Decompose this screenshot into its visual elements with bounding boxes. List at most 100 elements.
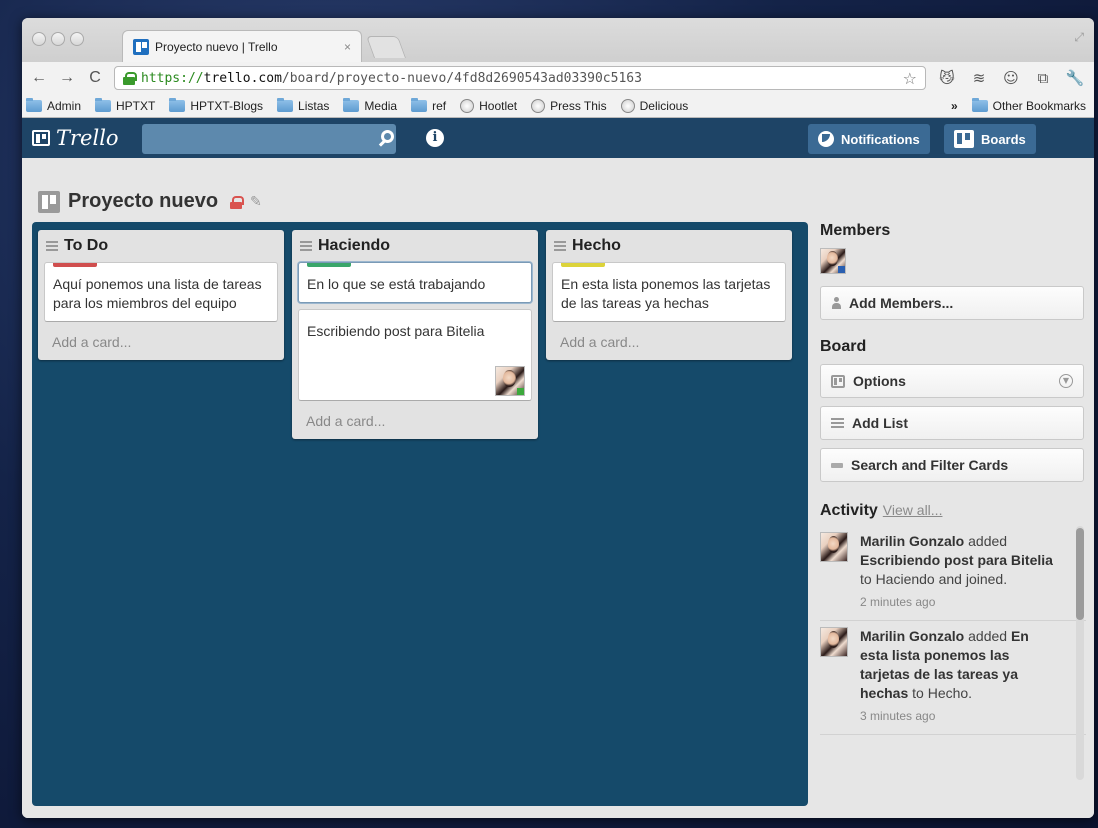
activity-rest: to Hecho. bbox=[908, 685, 973, 701]
url-host: trello.com bbox=[203, 70, 282, 86]
reload-button[interactable]: C bbox=[86, 69, 104, 87]
list-header[interactable]: To Do bbox=[44, 236, 278, 256]
card[interactable]: Escribiendo post para Bitelia bbox=[298, 309, 532, 401]
list-menu-icon[interactable] bbox=[554, 241, 566, 251]
activity-time: 3 minutes ago bbox=[860, 709, 936, 723]
add-members-button[interactable]: Add Members... bbox=[820, 286, 1084, 320]
globe-icon bbox=[460, 98, 475, 113]
globe-icon bbox=[620, 98, 635, 113]
extension-smiley-icon[interactable]: ☺ bbox=[1000, 69, 1022, 87]
options-label: Options bbox=[853, 373, 906, 389]
ssl-lock-icon bbox=[123, 72, 137, 85]
activity-feed: Marilin Gonzalo added Escribiendo post p… bbox=[820, 526, 1086, 780]
bookmark-other[interactable]: Other Bookmarks bbox=[971, 97, 1086, 113]
member-avatar[interactable] bbox=[820, 248, 846, 274]
card-member-avatar[interactable] bbox=[495, 366, 525, 396]
activity-avatar[interactable] bbox=[820, 532, 848, 562]
activity-body: Marilin Gonzalo added Escribiendo post p… bbox=[860, 532, 1058, 612]
search-button[interactable] bbox=[374, 126, 400, 152]
bookmark-label: Press This bbox=[550, 98, 607, 113]
bookmark-listas[interactable]: Listas bbox=[277, 97, 329, 113]
list-to-do: To Do Aquí ponemos una lista de tareas p… bbox=[38, 230, 284, 360]
card[interactable]: En esta lista ponemos las tarjetas de la… bbox=[552, 262, 786, 322]
bookmark-hptxt[interactable]: HPTXT bbox=[95, 97, 156, 113]
bookmark-delicious[interactable]: Delicious bbox=[620, 98, 688, 113]
forward-button[interactable]: → bbox=[58, 69, 76, 87]
trello-logo[interactable]: Trello bbox=[32, 126, 119, 150]
board-title[interactable]: Proyecto nuevo bbox=[68, 190, 218, 213]
info-icon[interactable]: i bbox=[426, 129, 444, 147]
scrollbar-thumb[interactable] bbox=[1076, 528, 1084, 620]
folder-icon bbox=[95, 97, 112, 112]
extension-cat-icon[interactable]: 😼 bbox=[936, 69, 958, 87]
view-all-link[interactable]: View all... bbox=[883, 502, 943, 518]
folder-icon bbox=[277, 97, 294, 112]
member-status-dot bbox=[517, 388, 524, 395]
board-sidebar: Members Add Members... Board Options ▼ A… bbox=[820, 222, 1086, 780]
private-lock-icon[interactable] bbox=[230, 195, 245, 209]
list-header[interactable]: Hecho bbox=[552, 236, 786, 256]
bookmark-label: Admin bbox=[47, 98, 82, 113]
tab-strip: Proyecto nuevo | Trello × ⤢ bbox=[22, 18, 1094, 62]
notifications-label: Notifications bbox=[841, 131, 920, 147]
folder-icon bbox=[971, 97, 988, 112]
bookmark-label: HPTXT bbox=[116, 98, 156, 113]
extension-layers-icon[interactable]: ≋ bbox=[968, 69, 990, 87]
options-button[interactable]: Options ▼ bbox=[820, 364, 1084, 398]
person-icon bbox=[831, 297, 841, 309]
add-card-link[interactable]: Add a card... bbox=[298, 401, 532, 431]
bookmarks-overflow-button[interactable]: » bbox=[951, 99, 958, 113]
activity-user[interactable]: Marilin Gonzalo bbox=[860, 628, 964, 644]
activity-body: Marilin Gonzalo added En esta lista pone… bbox=[860, 627, 1058, 726]
tab-close-icon[interactable]: × bbox=[344, 40, 351, 54]
wrench-menu-icon[interactable]: 🔧 bbox=[1064, 69, 1086, 87]
url-scheme: https:// bbox=[141, 70, 204, 86]
bookmark-hootlet[interactable]: Hootlet bbox=[460, 98, 518, 113]
zoom-window-button[interactable] bbox=[70, 32, 84, 46]
activity-user[interactable]: Marilin Gonzalo bbox=[860, 533, 964, 549]
add-list-button[interactable]: Add List bbox=[820, 406, 1084, 440]
card-text: Aquí ponemos una lista de tareas para lo… bbox=[53, 276, 262, 311]
address-bar[interactable]: https:// trello.com /board/proyecto-nuev… bbox=[114, 66, 926, 90]
card-label bbox=[307, 263, 351, 267]
activity-scrollbar[interactable] bbox=[1076, 526, 1084, 780]
card[interactable]: Aquí ponemos una lista de tareas para lo… bbox=[44, 262, 278, 322]
edit-pencil-icon[interactable]: ✎ bbox=[250, 194, 262, 210]
bookmark-label: Hootlet bbox=[479, 98, 518, 113]
bookmark-media[interactable]: Media bbox=[343, 97, 398, 113]
bookmark-ref[interactable]: ref bbox=[411, 97, 446, 113]
bookmark-press-this[interactable]: Press This bbox=[531, 98, 607, 113]
close-window-button[interactable] bbox=[32, 32, 46, 46]
list-menu-icon[interactable] bbox=[46, 241, 58, 251]
board-icon bbox=[38, 190, 60, 213]
add-card-link[interactable]: Add a card... bbox=[552, 322, 786, 352]
list-title: Hecho bbox=[572, 237, 621, 254]
card[interactable]: En lo que se está trabajando bbox=[298, 262, 532, 303]
activity-avatar[interactable] bbox=[820, 627, 848, 657]
new-tab-button[interactable] bbox=[365, 36, 407, 58]
list-menu-icon[interactable] bbox=[300, 241, 312, 251]
activity-card-link[interactable]: Escribiendo post para Bitelia bbox=[860, 552, 1053, 568]
list-title: Haciendo bbox=[318, 237, 391, 254]
notification-icon bbox=[818, 131, 834, 147]
bookmark-star-icon[interactable]: ☆ bbox=[903, 69, 917, 88]
bookmark-label: Media bbox=[364, 98, 398, 113]
extension-evernote-icon[interactable]: ⧉ bbox=[1032, 69, 1054, 87]
back-button[interactable]: ← bbox=[30, 69, 48, 87]
browser-tab[interactable]: Proyecto nuevo | Trello × bbox=[122, 30, 362, 62]
notifications-button[interactable]: Notifications bbox=[808, 124, 930, 154]
add-list-label: Add List bbox=[852, 415, 908, 431]
search-input[interactable] bbox=[142, 124, 396, 154]
search-filter-label: Search and Filter Cards bbox=[851, 457, 1009, 473]
list-haciendo: Haciendo En lo que se está trabajando Es… bbox=[292, 230, 538, 439]
boards-button[interactable]: Boards bbox=[944, 124, 1036, 154]
trello-board-icon bbox=[32, 130, 50, 146]
bookmark-hptxt-blogs[interactable]: HPTXT-Blogs bbox=[169, 97, 263, 113]
add-card-link[interactable]: Add a card... bbox=[44, 322, 278, 352]
list-header[interactable]: Haciendo bbox=[298, 236, 532, 256]
bookmark-admin[interactable]: Admin bbox=[26, 97, 82, 113]
search-filter-button[interactable]: Search and Filter Cards bbox=[820, 448, 1084, 482]
minimize-window-button[interactable] bbox=[51, 32, 65, 46]
fullscreen-icon[interactable]: ⤢ bbox=[1074, 30, 1084, 45]
card-text: En esta lista ponemos las tarjetas de la… bbox=[561, 276, 771, 311]
